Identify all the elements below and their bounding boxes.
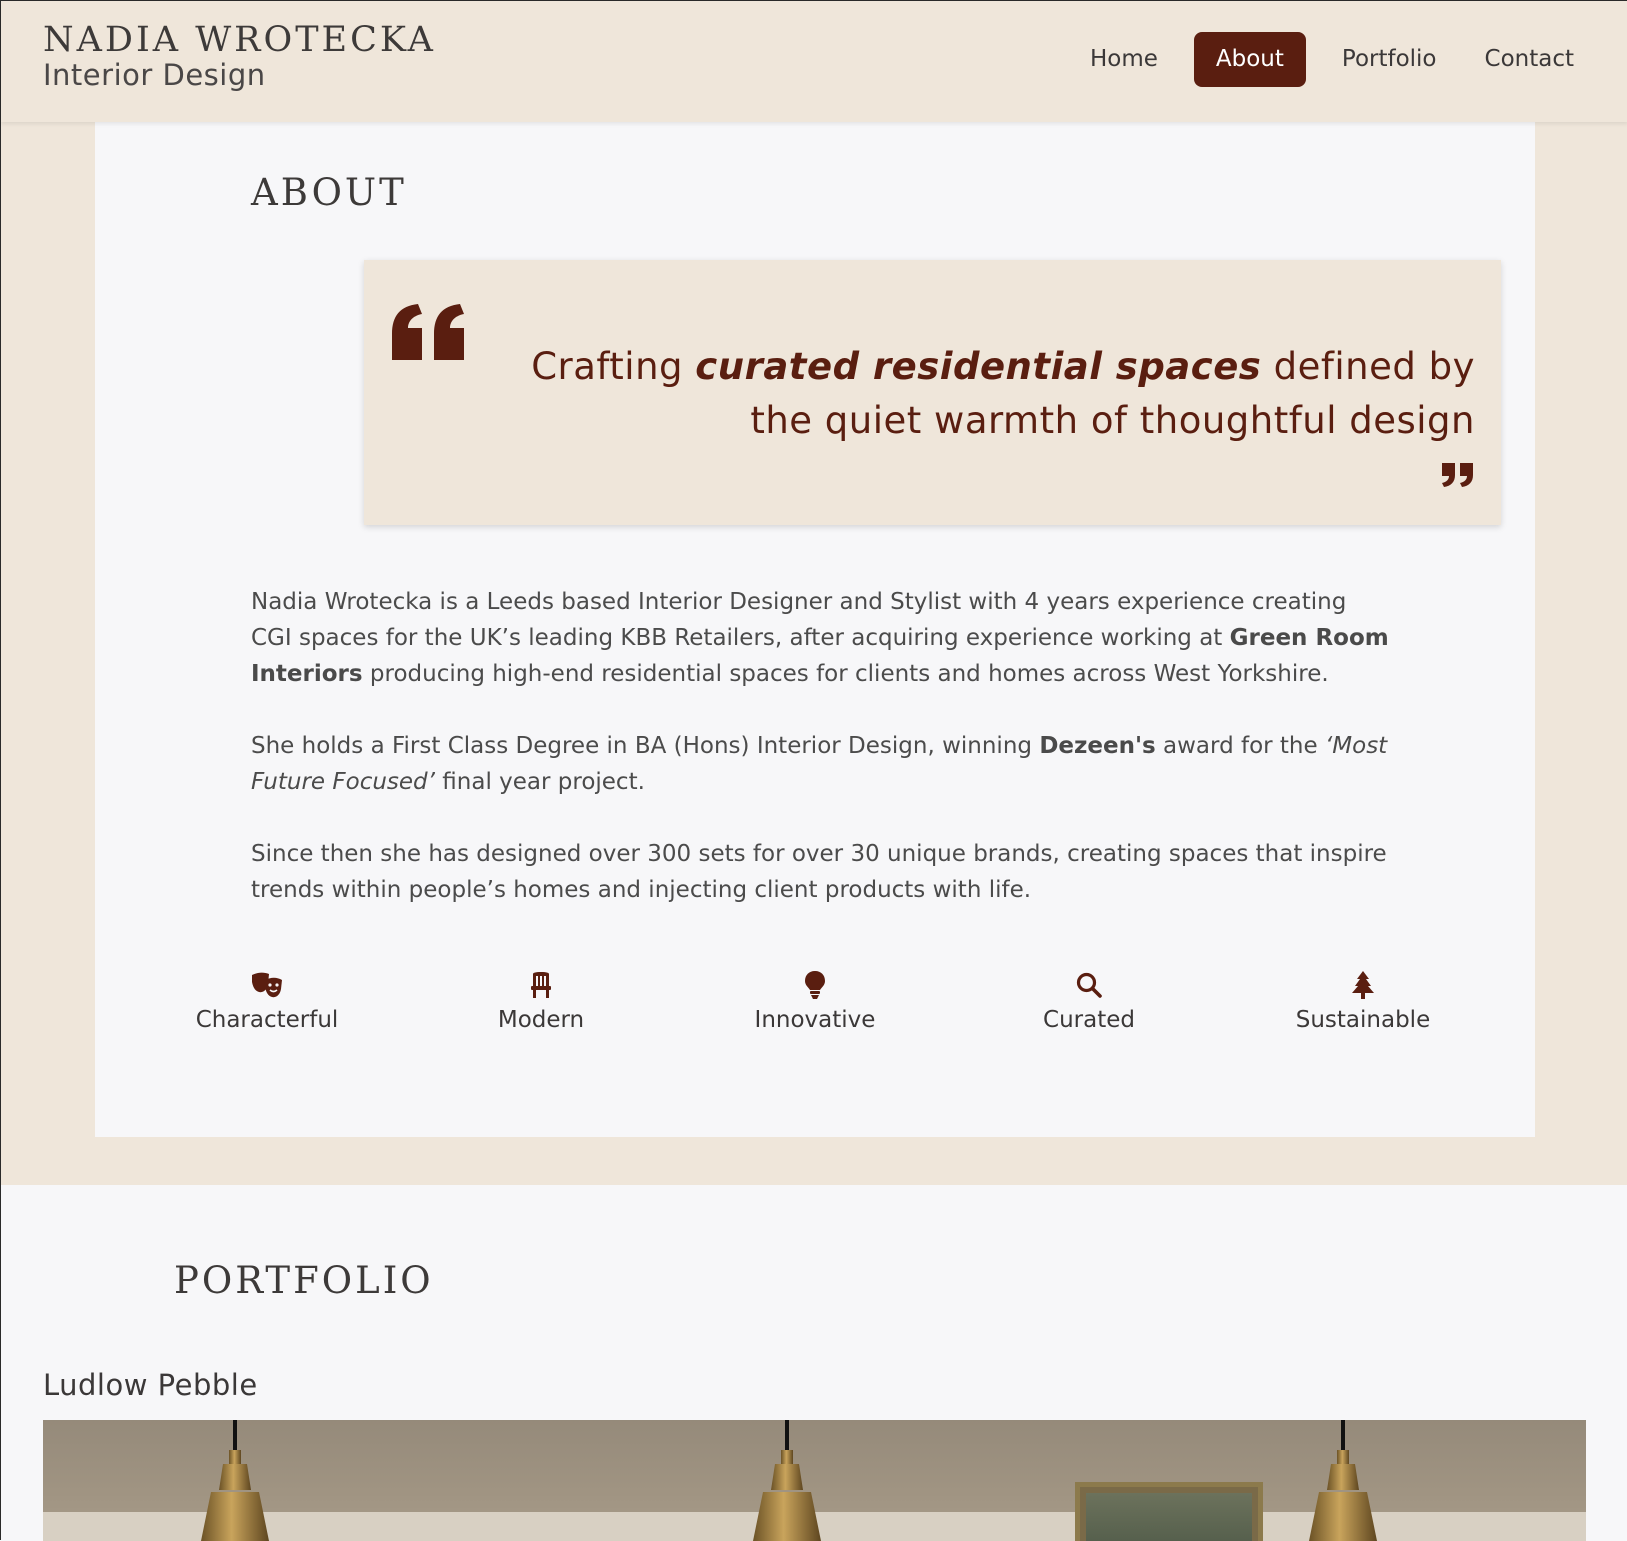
bio-p1-text-a: Nadia Wrotecka is a Leeds based Interior… [251,589,1347,651]
main-nav: Home About Portfolio Contact [1078,32,1586,87]
value-sustainable: Sustainable [1238,969,1488,1033]
project-title[interactable]: Ludlow Pebble [43,1368,258,1402]
bio-p1-text-b: producing high-end residential spaces fo… [362,661,1329,687]
bio-paragraph-3: Since then she has designed over 300 set… [251,841,1387,903]
site-header: NADIA WROTECKA Interior Design Home Abou… [1,1,1627,122]
value-label: Curated [1043,1007,1135,1033]
bio-p2-bold: Dezeen's [1039,733,1156,759]
quote-text: Crafting curated residential spaces defi… [495,340,1475,448]
quote-close-icon [1441,462,1475,492]
portfolio-heading: PORTFOLIO [174,1259,434,1302]
value-innovative: Innovative [690,969,940,1033]
value-label: Innovative [754,1007,876,1033]
bio-p2-text-b: award for the [1155,733,1325,759]
value-characterful: Characterful [142,969,392,1033]
quote-box: Crafting curated residential spaces defi… [364,260,1501,525]
quote-text-before: Crafting [531,345,696,388]
value-label: Modern [497,1007,585,1033]
bio-p2-text-c: final year project. [434,769,645,795]
nav-portfolio[interactable]: Portfolio [1330,34,1449,85]
bio-paragraph-2: She holds a First Class Degree in BA (Ho… [251,728,1391,800]
value-label: Characterful [195,1007,339,1033]
nav-contact[interactable]: Contact [1473,34,1586,85]
values-row: Characterful Modern Innovative Curated S… [95,969,1465,1049]
brand-subtitle: Interior Design [43,57,266,92]
tree-icon [1238,969,1488,1001]
value-modern: Modern [416,969,666,1033]
image-pendant-lamps [201,1420,1377,1541]
search-icon [964,969,1214,1001]
project-image[interactable] [43,1420,1586,1541]
quote-open-icon [388,302,470,366]
value-curated: Curated [964,969,1214,1033]
nav-about[interactable]: About [1193,32,1306,87]
quote-text-emphasis: curated residential spaces [695,345,1262,388]
bio-paragraph-1: Nadia Wrotecka is a Leeds based Interior… [251,584,1391,692]
bio-p2-text-a: She holds a First Class Degree in BA (Ho… [251,733,1040,759]
chair-icon [416,969,666,1001]
brand-name: NADIA WROTECKA [43,20,436,60]
value-label: Sustainable [1295,1007,1431,1033]
pendant-lamp-3 [1309,1420,1377,1541]
brand-logo[interactable]: NADIA WROTECKA Interior Design [43,21,436,91]
pendant-lamp-1 [201,1420,269,1541]
nav-home[interactable]: Home [1078,34,1170,85]
pendant-lamp-2 [753,1420,821,1541]
about-heading: ABOUT [251,171,407,214]
lightbulb-icon [690,969,940,1001]
about-bio: Nadia Wrotecka is a Leeds based Interior… [251,584,1391,944]
theater-masks-icon [142,969,392,1001]
